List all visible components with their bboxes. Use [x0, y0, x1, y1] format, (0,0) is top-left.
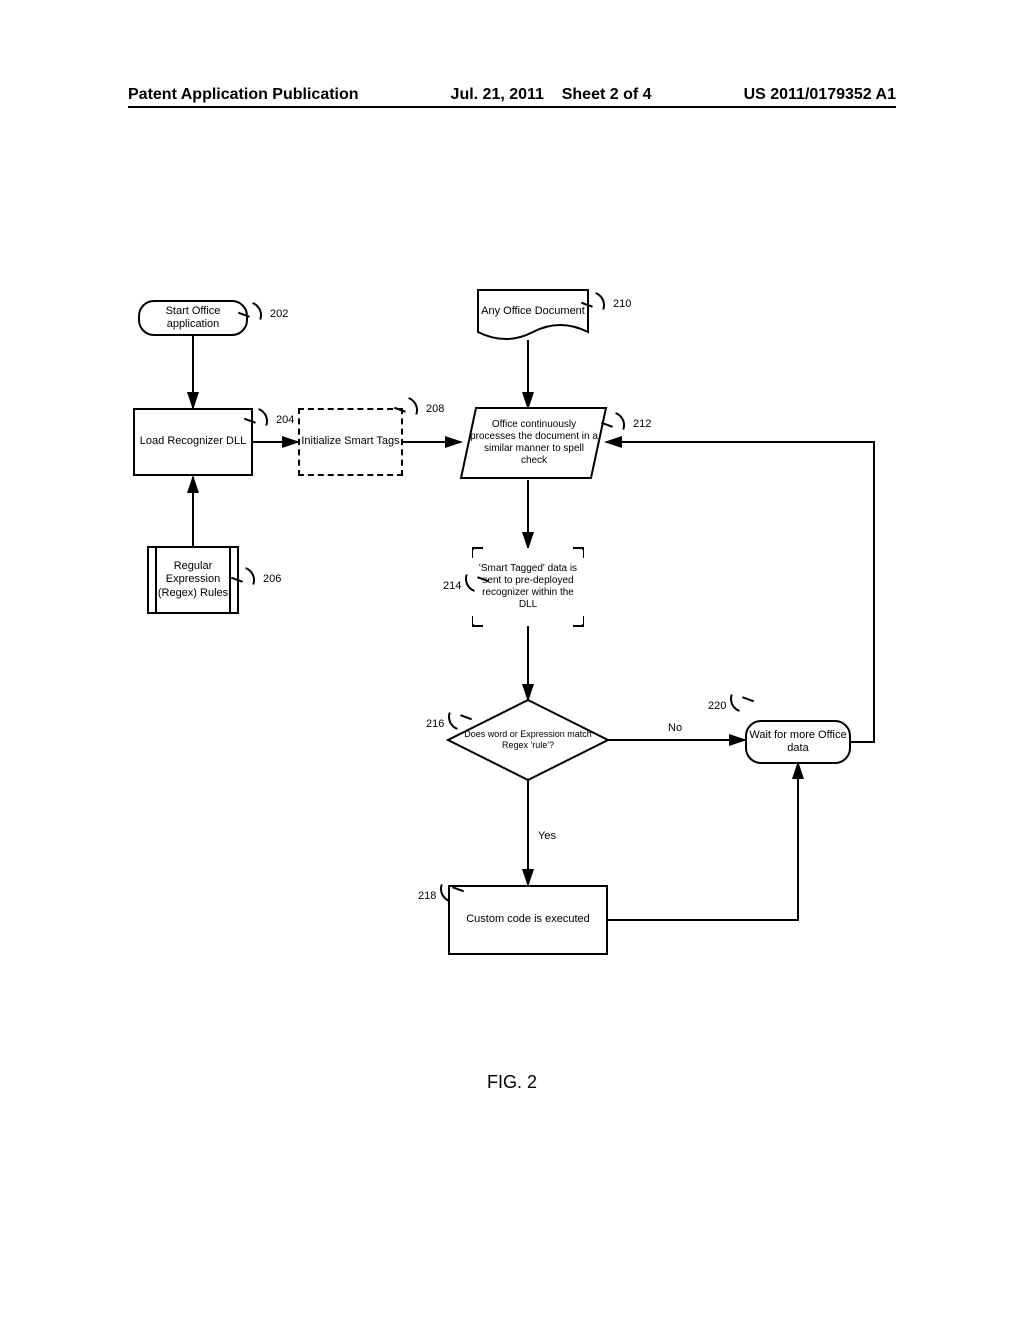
edge-yes: Yes	[538, 830, 556, 842]
label-218: 218	[418, 890, 436, 902]
header-pubno: US 2011/0179352 A1	[744, 86, 896, 104]
header-rule	[128, 106, 896, 108]
node-custom-code: Custom code is executed	[448, 885, 608, 955]
label-216: 216	[426, 718, 444, 730]
callout-icon	[254, 408, 272, 426]
node-start-office: Start Office application	[138, 300, 248, 336]
page-header: Patent Application Publication Jul. 21, …	[0, 86, 1024, 104]
figure-caption: FIG. 2	[0, 1072, 1024, 1093]
edge-no: No	[668, 722, 682, 734]
flowchart: Start Office application 202 Load Recogn…	[128, 280, 896, 1040]
callout-icon	[591, 292, 609, 310]
callout-icon	[404, 397, 422, 415]
label-212: 212	[633, 418, 651, 430]
callout-icon	[241, 567, 259, 585]
node-decision-match: Does word or Expression match Regex 'rul…	[460, 718, 596, 762]
label-210: 210	[613, 298, 631, 310]
callout-icon	[611, 412, 629, 430]
label-202: 202	[270, 308, 288, 320]
label-206: 206	[263, 573, 281, 585]
header-date: Jul. 21, 2011 Sheet 2 of 4	[451, 86, 652, 104]
label-220: 220	[708, 700, 726, 712]
node-smart-tagged-sent: 'Smart Tagged' data is sent to pre-deplo…	[473, 550, 583, 624]
node-regex-rules: Regular Expression (Regex) Rules	[149, 546, 237, 614]
node-any-office-doc: Any Office Document	[478, 293, 588, 331]
label-208: 208	[426, 403, 444, 415]
label-204: 204	[276, 414, 294, 426]
node-office-process: Office continuously processes the docume…	[470, 411, 598, 475]
callout-icon	[726, 694, 744, 712]
node-init-smart-tags: Initialize Smart Tags	[298, 408, 403, 476]
node-load-recognizer: Load Recognizer DLL	[133, 408, 253, 476]
node-wait-more-data: Wait for more Office data	[745, 720, 851, 764]
callout-icon	[248, 302, 266, 320]
label-214: 214	[443, 580, 461, 592]
header-left: Patent Application Publication	[128, 86, 359, 104]
